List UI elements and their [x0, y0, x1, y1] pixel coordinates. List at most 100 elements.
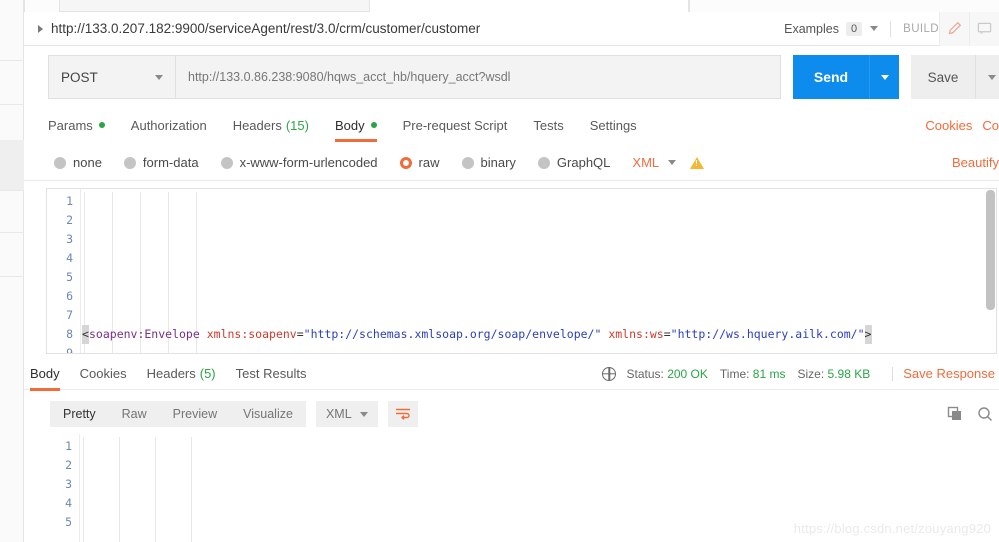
divider	[892, 366, 894, 381]
body-type-raw-label: raw	[418, 155, 440, 170]
time-label: Time:	[719, 366, 750, 381]
http-method-value: POST	[61, 69, 98, 85]
build-label[interactable]: BUILD	[903, 23, 939, 35]
request-url-value: http://133.0.86.238:9080/hqws_acct_hb/hq…	[188, 70, 511, 84]
status-value: 200 OK	[667, 366, 708, 381]
response-tabs: Body Cookies Headers (5) Test Results St…	[24, 357, 999, 391]
send-button[interactable]: Send	[793, 55, 869, 99]
line-number: 6	[66, 289, 73, 303]
response-format-select[interactable]: XML	[315, 401, 378, 427]
tab-body[interactable]: Body	[334, 108, 377, 142]
response-mode-visualize[interactable]: Visualize	[230, 401, 306, 427]
radio-icon	[537, 156, 550, 169]
beautify-link[interactable]: Beautify	[952, 155, 999, 170]
search-icon[interactable]	[977, 406, 993, 422]
response-mode-preview[interactable]: Preview	[160, 401, 230, 427]
body-format-select[interactable]: XML	[632, 155, 677, 170]
body-type-form-data[interactable]: form-data	[123, 155, 199, 170]
line-number: 5	[65, 515, 72, 529]
radio-icon	[220, 156, 233, 169]
examples-chevron-down-icon[interactable]	[870, 26, 879, 31]
response-tab-test-results[interactable]: Test Results	[236, 357, 307, 391]
save-options-button[interactable]	[975, 55, 999, 99]
params-modified-dot-icon	[98, 122, 105, 128]
body-type-x-www-form-urlencoded-label: x-www-form-urlencoded	[239, 155, 378, 170]
body-type-graphql-label: GraphQL	[556, 155, 611, 170]
response-tab-headers-count: (5)	[199, 366, 216, 381]
response-tab-cookies[interactable]: Cookies	[80, 357, 127, 391]
tab-headers-count: (15)	[285, 117, 309, 133]
tab-body-label: Body	[334, 117, 365, 133]
line-number: 2	[65, 458, 72, 472]
request-tab-strip[interactable]	[24, 0, 999, 12]
warning-icon[interactable]	[690, 156, 705, 169]
body-type-row: none form-data x-www-form-urlencoded raw…	[24, 145, 999, 181]
save-response-link[interactable]: Save Response	[903, 366, 995, 381]
response-mode-group: Pretty Raw Preview Visualize	[50, 401, 306, 427]
response-format-chevron-down-icon	[359, 411, 368, 417]
body-type-x-www-form-urlencoded[interactable]: x-www-form-urlencoded	[220, 155, 378, 170]
status-label: Status:	[626, 366, 664, 381]
send-options-button[interactable]	[869, 55, 899, 99]
request-body-editor[interactable]: 1 2 3 4 5 6 7 8 9 <soapenv:Envelope xmln…	[46, 188, 997, 354]
code-line: <soapenv:Envelope xmlns:soapenv="http://…	[82, 325, 996, 344]
left-sidebar-rail[interactable]	[0, 0, 24, 542]
line-number: 5	[66, 270, 73, 284]
response-tab-cookies-label: Cookies	[79, 366, 127, 381]
request-tabs-actions: Cookies Co	[915, 118, 999, 133]
response-tab-test-results-label: Test Results	[235, 366, 307, 381]
line-number: 8	[66, 327, 73, 341]
request-url-bar: POST http://133.0.86.238:9080/hqws_acct_…	[24, 46, 999, 108]
http-method-select[interactable]: POST	[48, 55, 176, 99]
response-mode-pretty[interactable]: Pretty	[50, 401, 109, 427]
response-tab-headers[interactable]: Headers (5)	[147, 357, 216, 391]
save-button[interactable]: Save	[911, 55, 975, 99]
globe-icon	[602, 366, 617, 381]
size-item: Size: 5.98 KB	[797, 367, 870, 381]
line-number: 4	[66, 251, 73, 265]
line-number: 9	[66, 346, 73, 354]
body-type-binary[interactable]: binary	[461, 155, 516, 170]
tab-settings[interactable]: Settings	[590, 108, 637, 142]
body-type-none-label: none	[73, 155, 102, 170]
breadcrumb-url: http://133.0.207.182:9900/serviceAgent/r…	[51, 21, 481, 36]
save-chevron-down-icon	[987, 74, 996, 80]
request-url-input[interactable]: http://133.0.86.238:9080/hqws_acct_hb/hq…	[176, 55, 781, 99]
tab-params[interactable]: Params	[48, 108, 105, 142]
wrap-lines-button[interactable]	[387, 401, 418, 427]
response-mode-raw[interactable]: Raw	[109, 401, 160, 427]
radio-icon	[461, 156, 474, 169]
tab-tests[interactable]: Tests	[533, 108, 563, 142]
line-number: 3	[66, 232, 73, 246]
body-type-raw[interactable]: raw	[399, 155, 440, 170]
status-item: Status: 200 OK	[626, 367, 707, 381]
request-editor-scrollbar[interactable]	[986, 190, 995, 310]
tab-headers-label: Headers	[232, 117, 282, 133]
body-type-none[interactable]: none	[54, 155, 102, 170]
time-item: Time: 81 ms	[720, 367, 786, 381]
line-number: 1	[65, 439, 72, 453]
examples-count: 0	[846, 21, 863, 36]
request-tabs: Params Authorization Headers (15) Body P…	[24, 108, 999, 142]
body-type-form-data-label: form-data	[142, 155, 199, 170]
tab-pre-request-script[interactable]: Pre-request Script	[403, 108, 508, 142]
tab-authorization[interactable]: Authorization	[131, 108, 207, 142]
response-tab-body[interactable]: Body	[30, 357, 60, 391]
tab-headers[interactable]: Headers (15)	[233, 108, 309, 142]
size-label: Size:	[797, 366, 825, 381]
copy-icon[interactable]	[947, 406, 963, 422]
edit-pencil-icon[interactable]	[939, 11, 969, 46]
code-link[interactable]: Co	[982, 118, 999, 133]
response-tab-headers-label: Headers	[146, 366, 196, 381]
request-line-numbers: 1 2 3 4 5 6 7 8 9	[47, 189, 81, 353]
body-modified-dot-icon	[370, 122, 377, 128]
tab-params-label: Params	[48, 117, 93, 133]
comment-icon[interactable]	[969, 11, 999, 46]
divider	[890, 20, 892, 37]
radio-icon	[54, 156, 66, 169]
expand-caret-icon[interactable]	[38, 24, 43, 33]
request-code-area[interactable]: <soapenv:Envelope xmlns:soapenv="http://…	[82, 192, 996, 353]
line-number: 2	[66, 213, 73, 227]
body-type-graphql[interactable]: GraphQL	[537, 155, 611, 170]
cookies-link[interactable]: Cookies	[925, 118, 972, 133]
